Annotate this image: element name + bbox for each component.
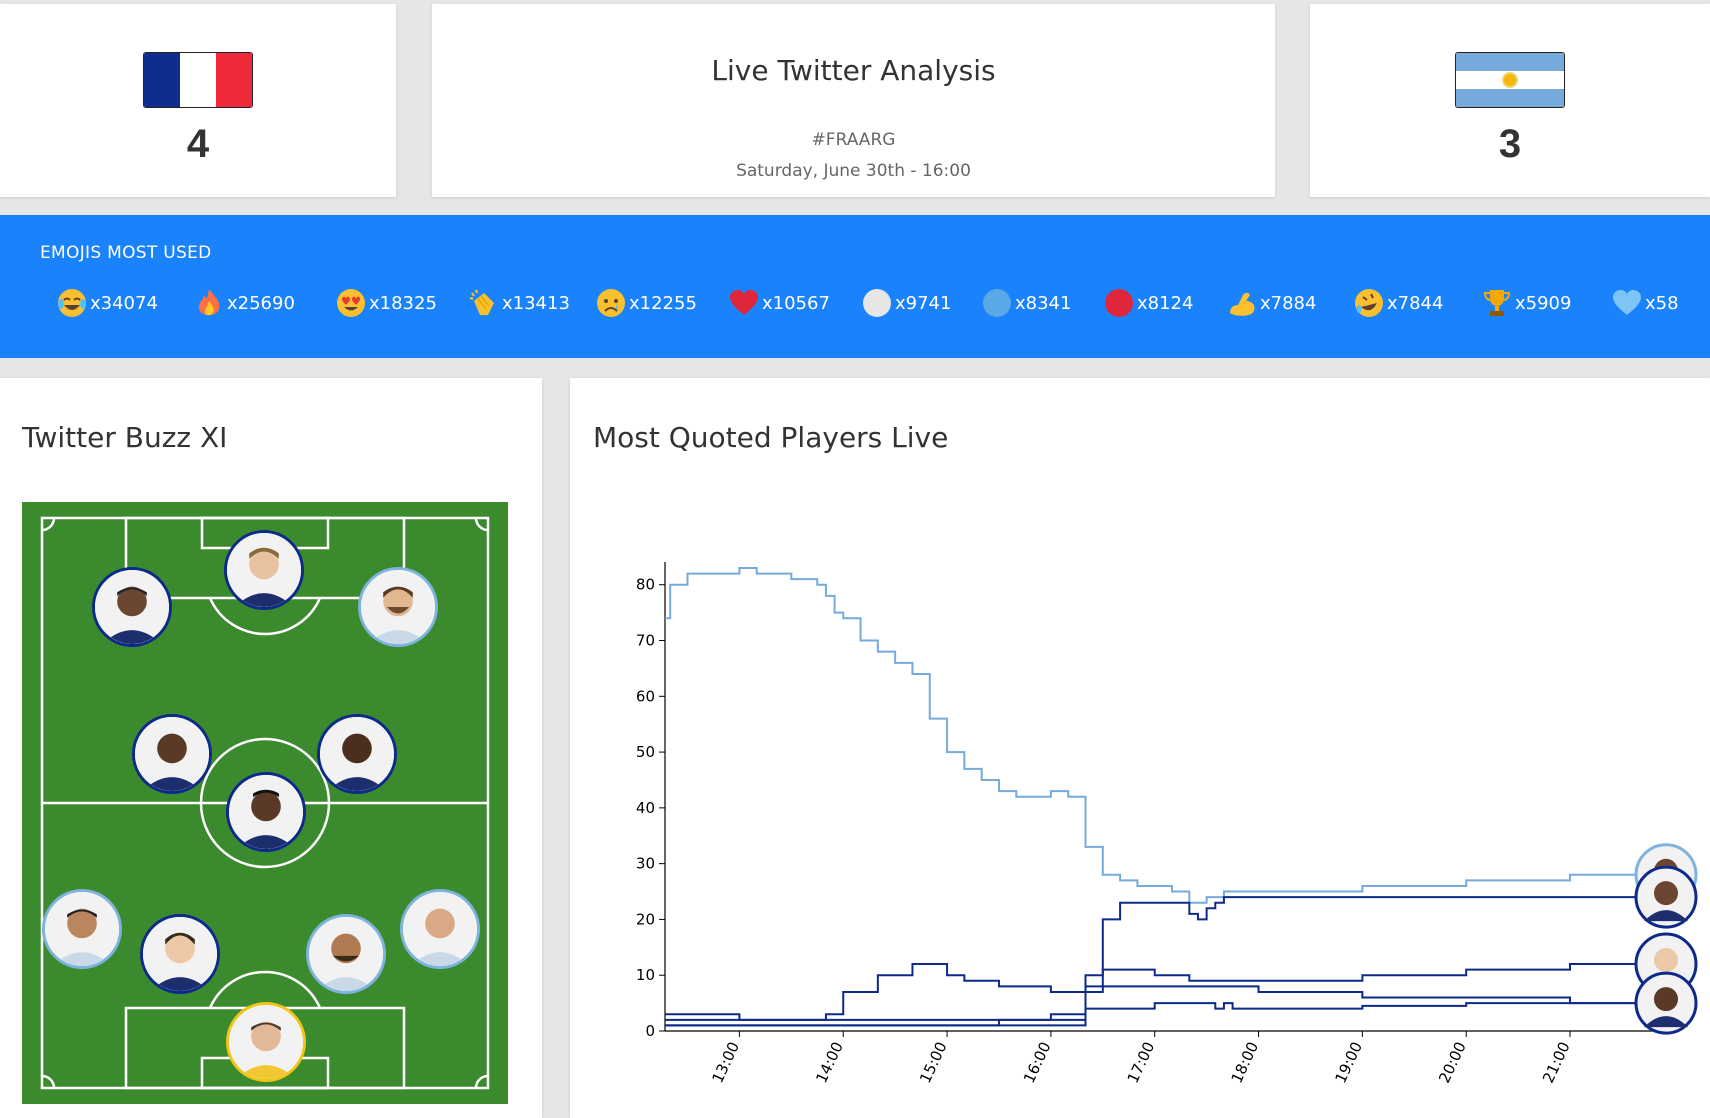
y-tick-label: 80	[636, 576, 655, 594]
series-line	[665, 963, 1640, 1021]
player-avatar[interactable]	[306, 914, 386, 994]
clapping-hands-icon	[469, 289, 494, 315]
page-title: Live Twitter Analysis	[711, 54, 996, 87]
emoji-item: x7884	[1226, 287, 1316, 319]
y-tick-label: 40	[636, 799, 655, 817]
y-tick-label: 70	[636, 632, 655, 650]
argentina-score-card: 3	[1310, 4, 1710, 197]
football-pitch	[22, 502, 508, 1104]
emoji-count: x34074	[90, 292, 158, 314]
emoji-item: x8341	[981, 287, 1071, 319]
emoji-item: x9741	[861, 287, 951, 319]
red-heart-icon	[730, 290, 758, 315]
match-hashtag: #FRAARG	[811, 130, 896, 150]
trophy-icon	[1483, 290, 1511, 316]
series-line	[665, 963, 1640, 1021]
emoji-count: x5909	[1515, 292, 1572, 314]
x-tick-label: 14:00	[812, 1039, 847, 1086]
player-end-face	[1654, 987, 1678, 1012]
y-tick-label: 30	[636, 855, 655, 873]
player-avatar[interactable]	[317, 714, 397, 794]
heart-eyes-icon	[337, 289, 365, 317]
emoji-band: EMOJIS MOST USED x34074 x25690 x18325 x1…	[0, 215, 1710, 358]
y-tick-label: 50	[636, 743, 655, 761]
series-line	[665, 567, 1641, 904]
player-avatar[interactable]	[226, 772, 306, 852]
x-tick-label: 21:00	[1539, 1039, 1574, 1086]
y-tick-label: 60	[636, 687, 655, 705]
player-avatar[interactable]	[92, 567, 172, 647]
most-quoted-chart-card: Most Quoted Players Live 0 10 20 30 40 50 60 70…	[570, 378, 1710, 1118]
fire-icon	[198, 289, 220, 316]
match-datetime: Saturday, June 30th - 16:00	[736, 161, 971, 181]
player-end-face	[1654, 881, 1678, 906]
emoji-item: x10567	[728, 287, 830, 319]
emoji-section-title: EMOJIS MOST USED	[40, 243, 212, 263]
emoji-count: x10567	[762, 292, 830, 314]
x-tick-label: 17:00	[1124, 1039, 1159, 1086]
x-tick-label: 16:00	[1020, 1039, 1055, 1086]
player-avatar[interactable]	[400, 889, 480, 969]
y-tick-label: 10	[636, 966, 655, 984]
emoji-count: x12255	[629, 292, 697, 314]
france-flag-icon	[143, 52, 253, 108]
most-quoted-line-chart: 0 10 20 30 40 50 60 70 80 13:00 14:00 15:00 16:00 17:…	[636, 562, 1698, 1086]
white-circle-icon	[863, 289, 891, 317]
emoji-count: x7844	[1387, 292, 1444, 314]
emoji-count: x25690	[227, 292, 295, 314]
emoji-item: x25690	[193, 287, 295, 319]
france-score-card: 4	[0, 4, 396, 197]
buzz-xi-title: Twitter Buzz XI	[22, 421, 228, 454]
emoji-count: x13413	[502, 292, 570, 314]
match-info-card: Live Twitter Analysis #FRAARG Saturday, …	[432, 4, 1275, 197]
player-avatar[interactable]	[42, 889, 122, 969]
x-tick-label: 18:00	[1228, 1039, 1263, 1086]
player-avatar[interactable]	[132, 714, 212, 794]
flexed-biceps-icon	[1230, 292, 1255, 316]
emoji-item: x12255	[595, 287, 697, 319]
red-circle-icon	[1105, 289, 1133, 317]
emoji-item: x34074	[56, 287, 158, 319]
emoji-item: x7844	[1353, 287, 1443, 319]
emoji-item: x18325	[335, 287, 437, 319]
emoji-count: x58	[1645, 292, 1679, 314]
emoji-item: x8124	[1103, 287, 1193, 319]
emoji-count: x8124	[1137, 292, 1194, 314]
x-tick-label: 20:00	[1435, 1039, 1470, 1086]
series-line	[665, 1002, 1640, 1027]
y-tick-label: 20	[636, 910, 655, 928]
france-score: 4	[186, 122, 210, 166]
blue-circle-icon	[983, 289, 1011, 317]
face-with-tears-of-joy-icon	[58, 289, 86, 317]
x-tick-label: 15:00	[916, 1039, 951, 1086]
blue-heart-icon	[1613, 290, 1641, 315]
x-tick-label: 19:00	[1331, 1039, 1366, 1086]
x-tick-label: 13:00	[708, 1039, 743, 1086]
emoji-count: x18325	[369, 292, 437, 314]
rolling-laughing-icon	[1355, 289, 1383, 317]
player-avatar[interactable]	[140, 914, 220, 994]
emoji-item: x58	[1611, 287, 1679, 319]
player-avatar[interactable]	[358, 567, 438, 647]
goalkeeper-avatar[interactable]	[226, 1002, 306, 1082]
crying-face-icon	[597, 289, 625, 317]
argentina-score: 3	[1498, 122, 1522, 166]
player-end-face	[1654, 948, 1678, 973]
argentina-flag-icon	[1455, 52, 1565, 108]
emoji-count: x7884	[1260, 292, 1317, 314]
emoji-item: x5909	[1481, 287, 1571, 319]
emoji-item: x13413	[468, 287, 570, 319]
emoji-count: x9741	[895, 292, 952, 314]
y-tick-label: 0	[645, 1022, 655, 1040]
emoji-count: x8341	[1015, 292, 1072, 314]
series-line	[665, 896, 1640, 1027]
player-avatar[interactable]	[224, 530, 304, 610]
